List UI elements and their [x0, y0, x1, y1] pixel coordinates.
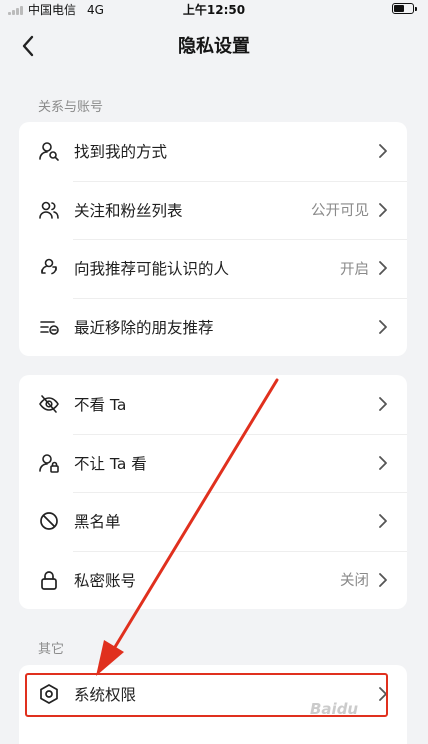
- annotation-arrow: [96, 378, 279, 676]
- watermark-text: Baidu: [310, 700, 359, 718]
